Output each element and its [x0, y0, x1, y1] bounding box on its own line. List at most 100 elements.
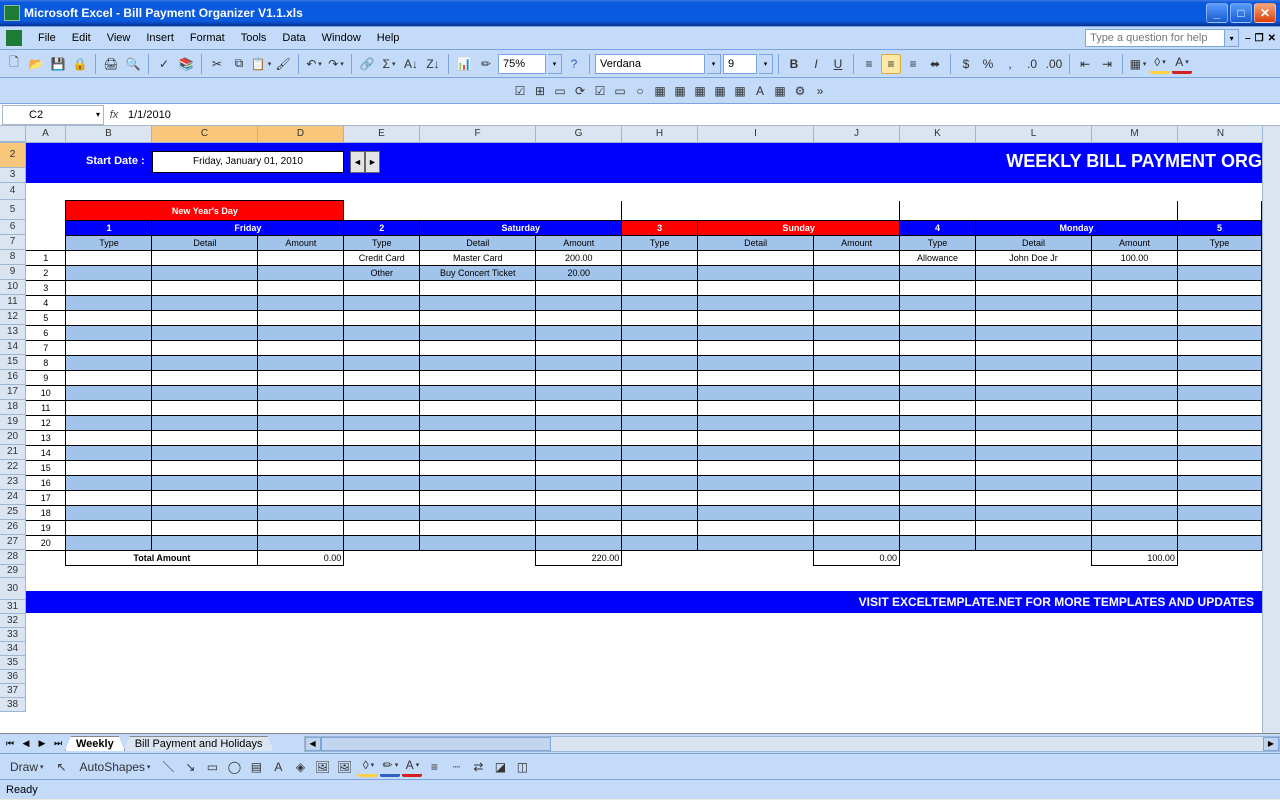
cell[interactable]	[536, 356, 622, 371]
cell[interactable]	[344, 371, 420, 386]
cell[interactable]	[976, 326, 1092, 341]
cell[interactable]	[420, 476, 536, 491]
cell[interactable]: 17	[26, 491, 66, 506]
menu-tools[interactable]: Tools	[233, 29, 275, 47]
cell[interactable]	[976, 371, 1092, 386]
col-header-B[interactable]: B	[66, 126, 152, 142]
cell[interactable]	[536, 281, 622, 296]
cell[interactable]	[814, 476, 900, 491]
menu-format[interactable]: Format	[182, 29, 233, 47]
hscroll-left-icon[interactable]: ◀	[305, 737, 321, 751]
cell[interactable]	[622, 431, 698, 446]
cell[interactable]: 6	[26, 326, 66, 341]
cell[interactable]	[1177, 506, 1261, 521]
format-painter-icon[interactable]: 🖌	[273, 54, 293, 74]
cell[interactable]	[976, 386, 1092, 401]
cell[interactable]	[344, 536, 420, 551]
cell[interactable]	[698, 311, 814, 326]
diagram-icon[interactable]: ◈	[290, 757, 310, 777]
cell[interactable]	[900, 326, 976, 341]
help-icon[interactable]: ?	[564, 54, 584, 74]
tab-prev-icon[interactable]: ◀	[18, 736, 34, 752]
cell[interactable]	[976, 446, 1092, 461]
refresh-icon[interactable]: ⟳	[570, 81, 590, 101]
cell[interactable]: 14	[26, 446, 66, 461]
close-button[interactable]: ✕	[1254, 3, 1276, 23]
dash-style-icon[interactable]: ┈	[446, 757, 466, 777]
cell[interactable]	[536, 296, 622, 311]
cell[interactable]: Master Card	[420, 251, 536, 266]
cell[interactable]	[1091, 431, 1177, 446]
cell[interactable]	[1091, 356, 1177, 371]
cell[interactable]	[698, 446, 814, 461]
comma-icon[interactable]: ,	[1000, 54, 1020, 74]
cell[interactable]	[420, 461, 536, 476]
footer-link[interactable]: VISIT EXCELTEMPLATE.NET FOR MORE TEMPLAT…	[26, 591, 1262, 613]
cell[interactable]	[900, 341, 976, 356]
cell[interactable]: 18	[26, 506, 66, 521]
cell[interactable]	[1177, 536, 1261, 551]
row-header-27[interactable]: 27	[0, 535, 26, 550]
cell[interactable]	[66, 506, 152, 521]
font-name-box[interactable]: Verdana	[595, 54, 705, 74]
cell[interactable]	[1091, 461, 1177, 476]
cell[interactable]	[622, 461, 698, 476]
cell[interactable]	[622, 521, 698, 536]
cell[interactable]	[66, 281, 152, 296]
cell[interactable]	[698, 356, 814, 371]
row-header-14[interactable]: 14	[0, 340, 26, 355]
cell[interactable]	[258, 251, 344, 266]
mdi-close-icon[interactable]: ✕	[1268, 33, 1276, 44]
cell[interactable]	[698, 461, 814, 476]
cell[interactable]	[900, 506, 976, 521]
cell[interactable]	[258, 311, 344, 326]
table3-icon[interactable]: ▦	[690, 81, 710, 101]
line-color-icon[interactable]: ✏	[380, 757, 400, 777]
cell[interactable]	[1177, 371, 1261, 386]
start-date-value[interactable]: Friday, January 01, 2010	[152, 151, 344, 173]
cell[interactable]	[66, 341, 152, 356]
cell[interactable]	[1091, 341, 1177, 356]
table5-icon[interactable]: ▦	[730, 81, 750, 101]
row-header-17[interactable]: 17	[0, 385, 26, 400]
cell[interactable]	[622, 416, 698, 431]
cell[interactable]	[622, 446, 698, 461]
cell[interactable]	[1091, 371, 1177, 386]
cell[interactable]	[344, 446, 420, 461]
font-color-icon[interactable]: A	[1172, 54, 1192, 74]
cell[interactable]	[976, 311, 1092, 326]
textbox-icon[interactable]: ▤	[246, 757, 266, 777]
cell[interactable]	[1177, 281, 1261, 296]
row-header-4[interactable]: 4	[0, 183, 26, 200]
menu-view[interactable]: View	[99, 29, 139, 47]
font-size-box[interactable]: 9	[723, 54, 757, 74]
cell[interactable]	[976, 281, 1092, 296]
zoom-dropdown[interactable]: ▾	[548, 54, 562, 74]
cell[interactable]	[258, 281, 344, 296]
cell[interactable]	[698, 506, 814, 521]
cell[interactable]	[976, 266, 1092, 281]
cell[interactable]	[698, 371, 814, 386]
cell[interactable]	[152, 341, 258, 356]
cell[interactable]	[344, 521, 420, 536]
cell[interactable]	[344, 491, 420, 506]
cell[interactable]	[976, 341, 1092, 356]
row-header-38[interactable]: 38	[0, 698, 26, 712]
cell[interactable]	[66, 371, 152, 386]
row-header-3[interactable]: 3	[0, 168, 26, 183]
cell[interactable]	[536, 521, 622, 536]
cell[interactable]	[814, 536, 900, 551]
cell[interactable]	[900, 416, 976, 431]
cell[interactable]	[622, 296, 698, 311]
cell[interactable]	[258, 401, 344, 416]
cell[interactable]	[900, 386, 976, 401]
cell[interactable]	[900, 281, 976, 296]
cell[interactable]	[900, 296, 976, 311]
cell[interactable]	[814, 416, 900, 431]
cell[interactable]	[900, 371, 976, 386]
cell[interactable]	[420, 506, 536, 521]
cell[interactable]	[900, 491, 976, 506]
cell[interactable]	[536, 416, 622, 431]
horizontal-scrollbar[interactable]: ◀ ▶	[304, 736, 1280, 752]
cell[interactable]	[152, 281, 258, 296]
